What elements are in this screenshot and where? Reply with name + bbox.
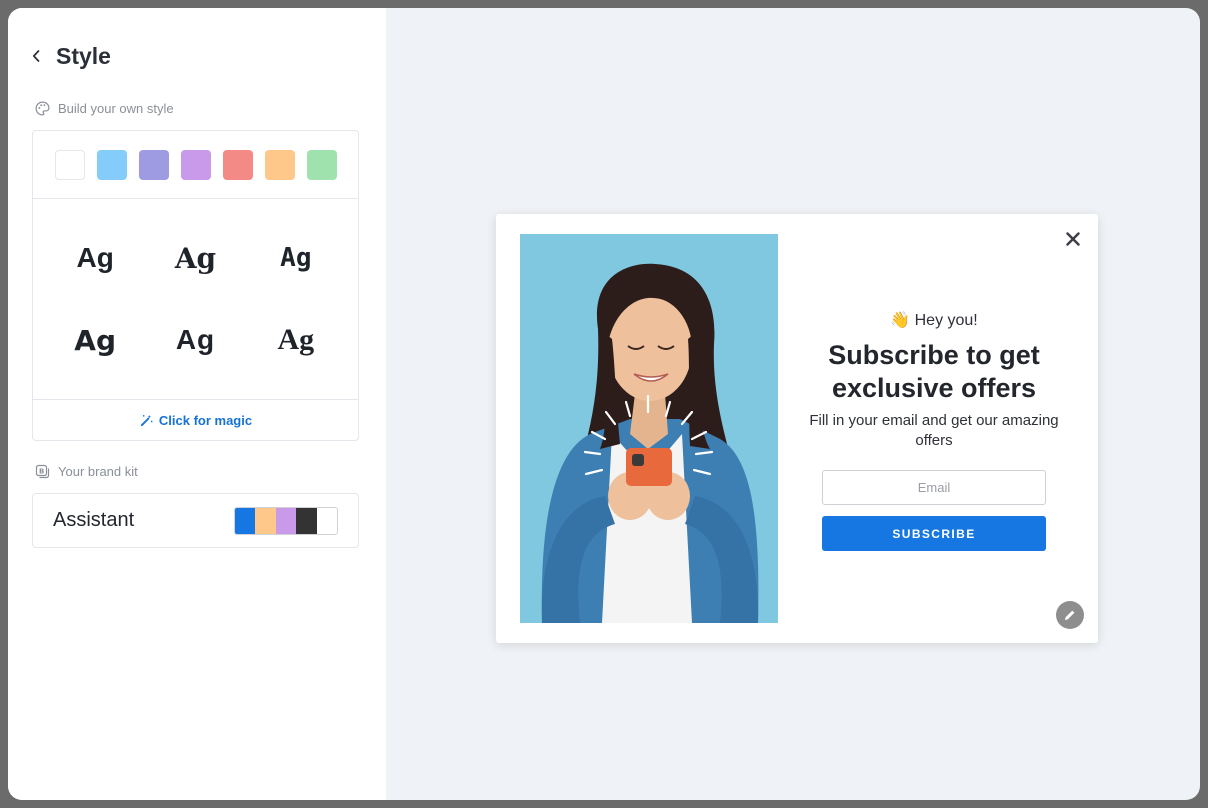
back-button[interactable] (32, 42, 46, 70)
brand-color-4 (296, 507, 317, 534)
font-sample-6[interactable]: Ag (246, 299, 346, 381)
wave-emoji: 👋 (890, 312, 911, 329)
swatch-mint[interactable] (306, 149, 337, 180)
palette-icon (34, 100, 51, 117)
swatch-white[interactable] (54, 149, 85, 180)
popup-preview: 👋 Hey you! Subscribe to get exclusive of… (496, 214, 1098, 643)
swatch-peach[interactable] (264, 149, 295, 180)
build-style-label: Build your own style (34, 100, 174, 117)
hero-image (520, 234, 778, 623)
woman-with-phone-illustration (520, 234, 778, 623)
style-builder-card: Ag Ag Ag Ag Ag Ag Click for magic (32, 130, 359, 441)
pencil-icon (1065, 609, 1076, 620)
magic-wand-icon (139, 413, 154, 428)
swatch-light-blue[interactable] (96, 149, 127, 180)
style-sidebar: Style Build your own style Ag Ag Ag Ag A… (8, 8, 386, 800)
close-icon (1066, 232, 1080, 246)
color-swatch-row (33, 131, 358, 199)
magic-label: Click for magic (158, 412, 253, 428)
brand-color-3 (275, 507, 297, 534)
magic-button[interactable]: Click for magic (33, 400, 358, 440)
font-sample-grid: Ag Ag Ag Ag Ag Ag (33, 199, 358, 400)
swatch-coral[interactable] (222, 149, 253, 180)
brand-kit-label: B Your brand kit (34, 463, 138, 480)
brand-palette (234, 506, 338, 535)
swatch-periwinkle[interactable] (138, 149, 169, 180)
svg-text:B: B (39, 467, 44, 475)
chevron-left-icon (32, 50, 40, 62)
subscribe-button[interactable]: SUBSCRIBE (822, 516, 1046, 551)
brand-color-5 (316, 507, 337, 534)
font-sample-1[interactable]: Ag (45, 217, 145, 299)
sidebar-header: Style (32, 42, 111, 70)
popup-content: 👋 Hey you! Subscribe to get exclusive of… (808, 310, 1060, 551)
brand-kit-card[interactable]: Assistant (32, 493, 359, 548)
build-style-text: Build your own style (58, 101, 174, 116)
email-input[interactable] (822, 470, 1046, 505)
edit-button[interactable] (1056, 601, 1084, 629)
close-button[interactable] (1062, 228, 1084, 250)
brand-kit-icon: B (34, 463, 51, 480)
greeting-text: Hey you! (914, 312, 978, 329)
brand-kit-name: Assistant (53, 509, 135, 531)
brand-color-1 (235, 507, 256, 534)
swatch-lavender[interactable] (180, 149, 211, 180)
font-sample-3[interactable]: Ag (246, 217, 346, 299)
app-window: Style Build your own style Ag Ag Ag Ag A… (8, 8, 1200, 800)
greeting: 👋 Hey you! (808, 310, 1060, 330)
popup-subtext: Fill in your email and get our amazing o… (809, 412, 1059, 449)
font-sample-4[interactable]: Ag (45, 299, 145, 381)
font-sample-5[interactable]: Ag (145, 299, 245, 381)
brand-kit-text: Your brand kit (58, 464, 138, 479)
font-sample-2[interactable]: Ag (145, 217, 245, 299)
brand-color-2 (255, 507, 276, 534)
page-title: Style (56, 42, 111, 69)
popup-headline: Subscribe to get exclusive offers (828, 340, 1040, 403)
